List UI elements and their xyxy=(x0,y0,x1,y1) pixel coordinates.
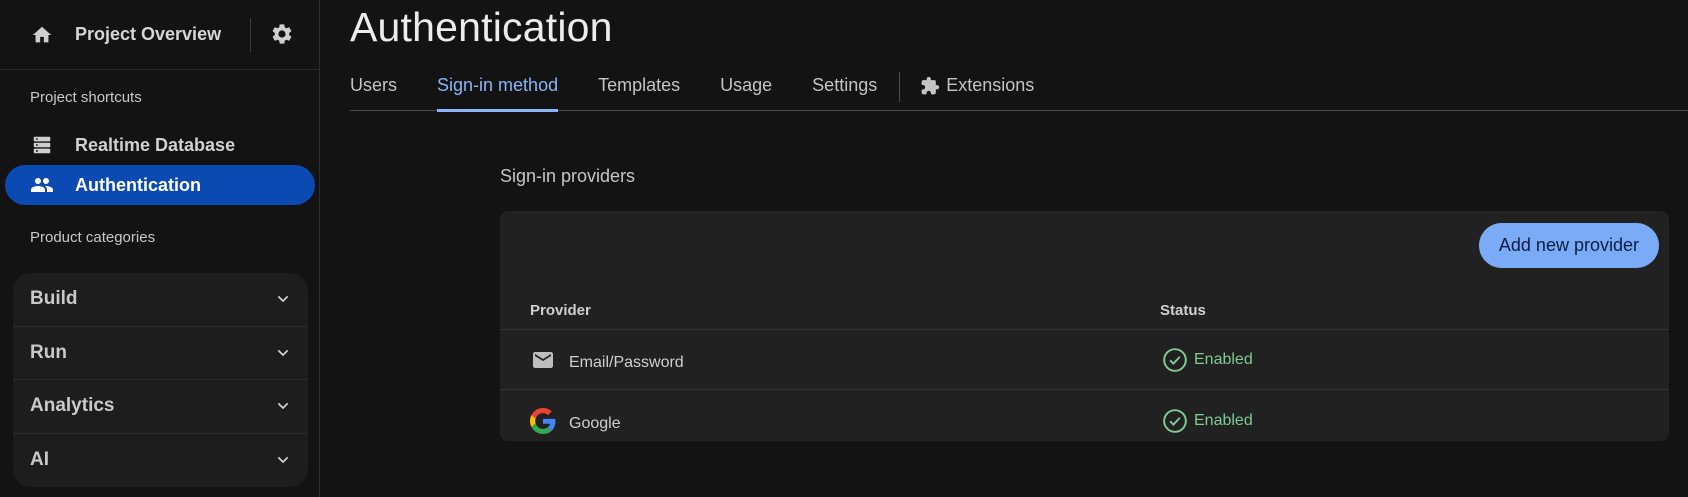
tab-extensions[interactable]: Extensions xyxy=(920,70,1034,111)
check-circle-icon xyxy=(1163,347,1187,372)
providers-card: Add new provider Provider Status Email/P… xyxy=(500,211,1669,441)
category-run[interactable]: Run xyxy=(13,327,308,380)
sidebar-header: Project Overview xyxy=(0,0,319,70)
tab-users[interactable]: Users xyxy=(350,70,397,111)
check-circle-icon xyxy=(1163,409,1187,433)
status-cell: Enabled xyxy=(1162,408,1253,434)
header-divider xyxy=(250,18,251,52)
tab-usage[interactable]: Usage xyxy=(720,70,772,111)
database-icon xyxy=(30,133,54,157)
status-text: Enabled xyxy=(1194,412,1253,429)
category-label: Build xyxy=(30,288,78,310)
chevron-down-icon xyxy=(272,288,294,310)
people-icon xyxy=(30,173,54,197)
sidebar-item-realtime-database[interactable]: Realtime Database xyxy=(5,125,315,165)
gear-icon[interactable] xyxy=(270,22,294,46)
category-ai[interactable]: AI xyxy=(13,434,308,488)
add-new-provider-button[interactable]: Add new provider xyxy=(1478,223,1659,268)
category-label: Run xyxy=(30,341,67,363)
google-icon xyxy=(530,408,556,434)
table-row[interactable]: Google Enabled xyxy=(500,391,1669,441)
provider-name: Email/Password xyxy=(569,354,684,371)
status-cell: Enabled xyxy=(1162,347,1253,373)
table-header: Provider Status xyxy=(500,291,1669,330)
project-overview-link[interactable]: Project Overview xyxy=(75,24,221,45)
page-title: Authentication xyxy=(350,4,613,50)
product-categories-label: Product categories xyxy=(30,229,156,246)
extensions-icon xyxy=(920,76,940,96)
tab-bar: Users Sign-in method Templates Usage Set… xyxy=(350,70,1688,112)
provider-name: Google xyxy=(569,415,621,432)
mail-icon xyxy=(530,347,556,373)
chevron-down-icon xyxy=(272,342,294,364)
tab-settings[interactable]: Settings xyxy=(812,70,877,111)
tab-templates[interactable]: Templates xyxy=(598,70,680,111)
project-shortcuts-label: Project shortcuts xyxy=(30,89,142,106)
sidebar-item-label: Realtime Database xyxy=(75,134,236,155)
table-row[interactable]: Email/Password Enabled xyxy=(500,330,1669,390)
home-icon[interactable] xyxy=(30,23,54,47)
category-analytics[interactable]: Analytics xyxy=(13,380,308,434)
chevron-down-icon xyxy=(272,395,294,417)
app-root: Project Overview Project shortcuts Realt… xyxy=(0,0,1688,497)
section-title: Sign-in providers xyxy=(500,166,636,186)
main-content: Authentication Users Sign-in method Temp… xyxy=(320,0,1688,497)
chevron-down-icon xyxy=(272,449,294,471)
sidebar: Project Overview Project shortcuts Realt… xyxy=(0,0,320,497)
product-categories-list: Build Run Analytics AI xyxy=(13,273,308,487)
category-build[interactable]: Build xyxy=(13,273,308,327)
sidebar-item-label: Authentication xyxy=(75,174,201,195)
column-header-status: Status xyxy=(1160,301,1206,319)
column-header-provider: Provider xyxy=(530,301,591,319)
category-label: Analytics xyxy=(30,395,115,417)
tab-divider xyxy=(899,72,901,102)
category-label: AI xyxy=(30,449,49,471)
sidebar-item-authentication[interactable]: Authentication xyxy=(5,165,315,205)
tab-label: Extensions xyxy=(946,75,1035,95)
tab-sign-in-method[interactable]: Sign-in method xyxy=(437,70,559,112)
status-text: Enabled xyxy=(1194,350,1253,368)
